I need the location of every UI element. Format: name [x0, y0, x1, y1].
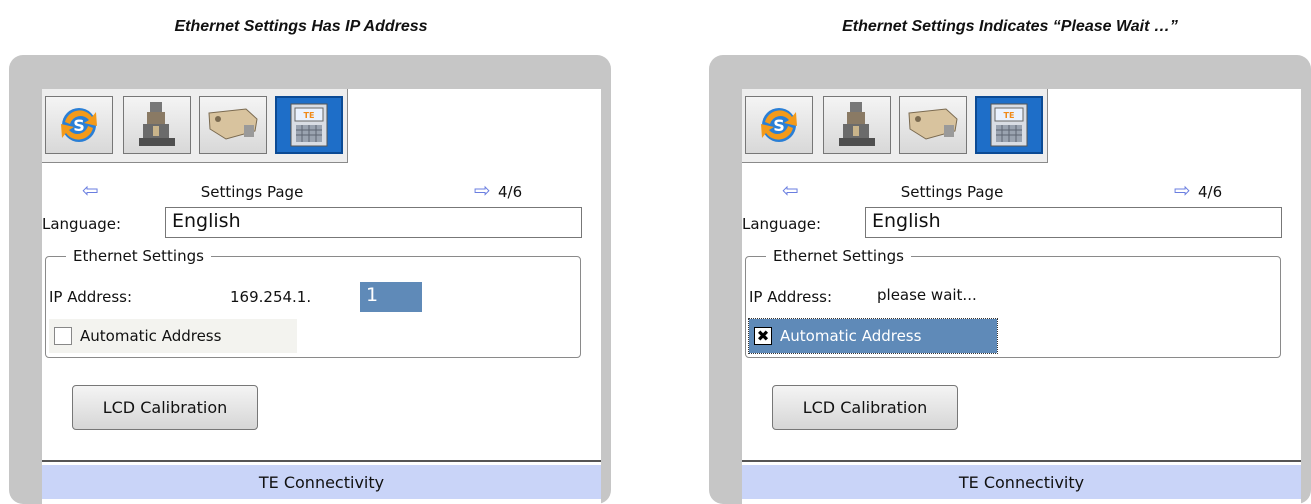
automatic-address-label: Automatic Address — [80, 327, 222, 345]
sync-button[interactable]: S — [45, 96, 113, 154]
language-field[interactable]: English — [165, 207, 582, 238]
sync-button[interactable]: S — [745, 96, 813, 154]
svg-text:S: S — [773, 116, 785, 135]
settings-screen: S TE ⇦ Settings Page ⇨ 4/6 Language: Eng… — [42, 89, 601, 504]
toolbar: S TE — [42, 89, 348, 163]
caption-left: Ethernet Settings Has IP Address — [174, 18, 428, 35]
svg-text:TE: TE — [1004, 111, 1015, 120]
footer-divider — [42, 460, 601, 462]
svg-text:TE: TE — [304, 111, 315, 120]
applicator-button[interactable] — [899, 96, 967, 154]
lcd-calibration-button[interactable]: LCD Calibration — [72, 385, 258, 430]
automatic-address-checkbox[interactable]: ✖ Automatic Address — [748, 318, 998, 354]
ip-address-prefix: 169.254.1. — [230, 288, 312, 306]
checkbox-box[interactable] — [54, 327, 72, 345]
device-frame-left: S TE ⇦ Settings Page ⇨ 4/6 Language: Eng… — [9, 55, 611, 504]
toolbar: S TE — [742, 89, 1048, 163]
machine-button[interactable] — [823, 96, 891, 154]
ip-address-label: IP Address: — [749, 288, 833, 306]
page-title: Settings Page — [900, 183, 1004, 201]
page-indicator: 4/6 — [498, 183, 523, 201]
automatic-address-checkbox[interactable]: Automatic Address — [49, 319, 297, 353]
settings-screen: S TE ⇦ Settings Page ⇨ 4/6 Language: Eng… — [742, 89, 1301, 504]
page-indicator: 4/6 — [1198, 183, 1223, 201]
ip-address-label: IP Address: — [49, 288, 133, 306]
ip-address-status: please wait... — [877, 286, 977, 304]
ethernet-settings-group: Ethernet Settings IP Address: please wai… — [745, 247, 1281, 358]
checkbox-checked-icon[interactable]: ✖ — [754, 327, 772, 345]
caption-right: Ethernet Settings Indicates “Please Wait… — [842, 18, 1178, 35]
lcd-calibration-button[interactable]: LCD Calibration — [772, 385, 958, 430]
footer-divider — [742, 460, 1301, 462]
settings-tab-button[interactable]: TE — [975, 96, 1043, 154]
applicator-icon — [208, 108, 258, 140]
applicator-button[interactable] — [199, 96, 267, 154]
te-settings-icon: TE — [290, 103, 328, 147]
ethernet-settings-title: Ethernet Settings — [766, 247, 911, 265]
machine-icon — [839, 102, 875, 146]
language-label: Language: — [42, 215, 122, 233]
next-page-arrow-icon[interactable]: ⇨ — [474, 180, 491, 200]
next-page-arrow-icon[interactable]: ⇨ — [1174, 180, 1191, 200]
footer-status-bar: TE Connectivity — [42, 465, 601, 499]
machine-icon — [139, 102, 175, 146]
settings-tab-button[interactable]: TE — [275, 96, 343, 154]
automatic-address-label: Automatic Address — [780, 327, 922, 345]
language-label: Language: — [742, 215, 822, 233]
te-settings-icon: TE — [990, 103, 1028, 147]
sync-icon: S — [61, 108, 97, 142]
footer-status-bar: TE Connectivity — [742, 465, 1301, 499]
ethernet-settings-title: Ethernet Settings — [66, 247, 211, 265]
device-frame-right: S TE ⇦ Settings Page ⇨ 4/6 Language: Eng… — [709, 55, 1311, 504]
machine-button[interactable] — [123, 96, 191, 154]
applicator-icon — [908, 108, 958, 140]
ethernet-settings-group: Ethernet Settings IP Address: 169.254.1.… — [45, 247, 581, 358]
language-field[interactable]: English — [865, 207, 1282, 238]
svg-text:S: S — [73, 116, 85, 135]
page-title: Settings Page — [200, 183, 304, 201]
ip-last-octet-field[interactable]: 1 — [360, 282, 422, 312]
sync-icon: S — [761, 108, 797, 142]
